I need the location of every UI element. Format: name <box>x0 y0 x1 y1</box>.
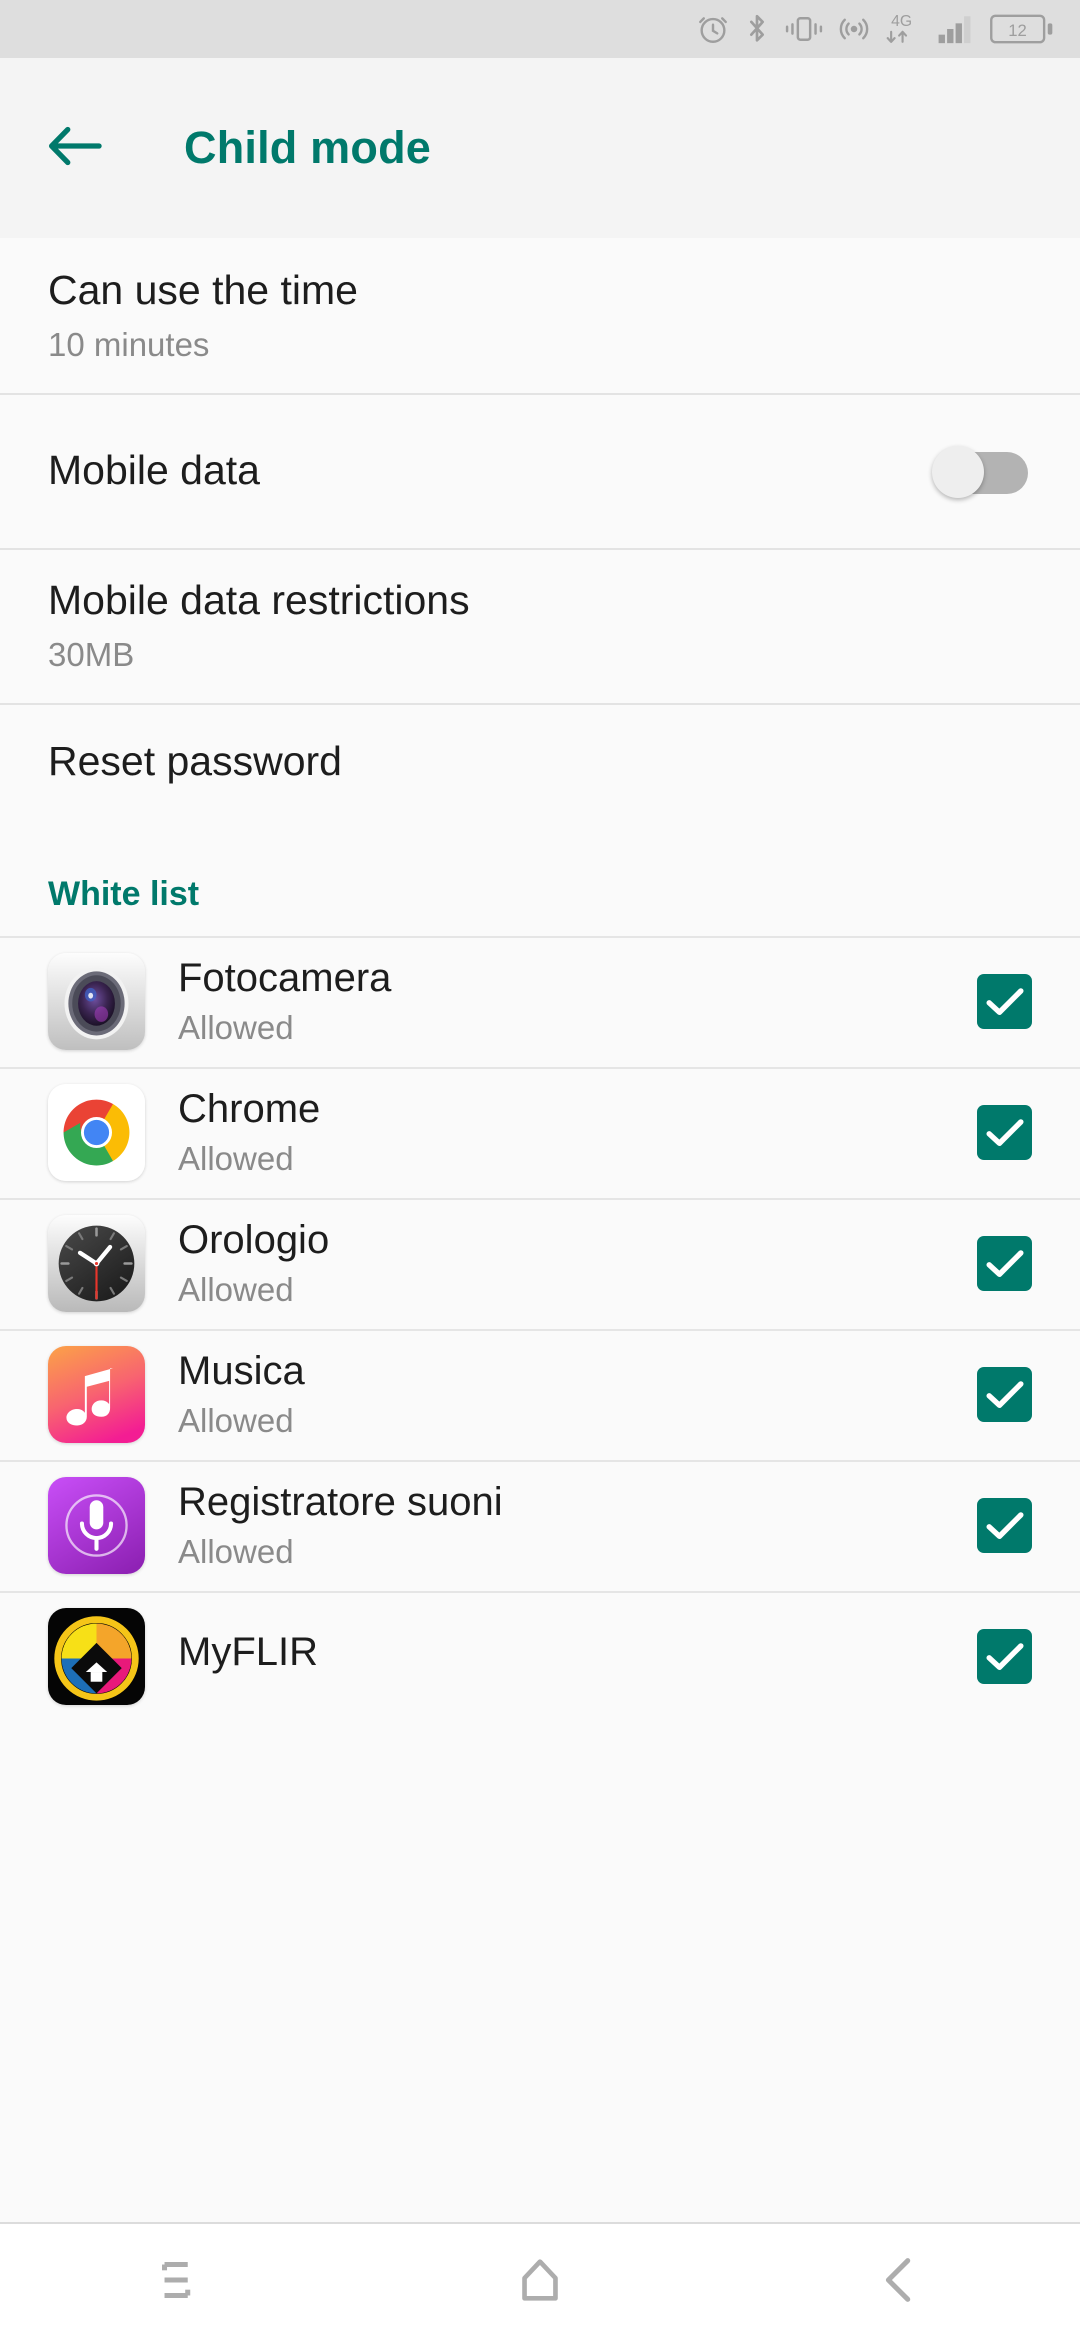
app-state: Allowed <box>178 1533 294 1571</box>
check-icon <box>985 1380 1024 1410</box>
app-row-registratore-suoni[interactable]: Registratore suoni Allowed <box>0 1460 1080 1591</box>
app-texts: Fotocamera Allowed <box>178 956 977 1046</box>
nav-recents-button[interactable] <box>80 2223 280 2340</box>
battery-level-label: 12 <box>1008 21 1027 40</box>
app-row-musica[interactable]: Musica Allowed <box>0 1329 1080 1460</box>
app-state: Allowed <box>178 1140 294 1178</box>
app-state: Allowed <box>178 1402 294 1440</box>
app-checkbox[interactable] <box>977 974 1032 1029</box>
app-name: MyFLIR <box>178 1629 318 1674</box>
setting-title: Reset password <box>48 738 342 785</box>
home-icon <box>511 2251 569 2314</box>
setting-texts: Reset password <box>48 738 1032 785</box>
app-texts: Chrome Allowed <box>178 1087 977 1177</box>
app-checkbox[interactable] <box>977 1629 1032 1684</box>
setting-title: Mobile data restrictions <box>48 576 470 623</box>
app-bar: Child mode <box>0 58 1080 244</box>
status-bar: 4G 12 <box>0 0 1080 58</box>
bluetooth-icon <box>743 12 771 46</box>
vibrate-icon <box>784 14 824 44</box>
app-texts: Musica Allowed <box>178 1349 977 1439</box>
app-name: Musica <box>178 1349 305 1394</box>
network-type-label: 4G <box>891 13 912 30</box>
check-icon <box>985 1511 1024 1541</box>
app-row-fotocamera[interactable]: Fotocamera Allowed <box>0 936 1080 1067</box>
back-chevron-icon <box>871 2251 929 2314</box>
camera-icon <box>48 953 145 1050</box>
status-icons: 4G 12 <box>696 10 1054 48</box>
app-row-chrome[interactable]: Chrome Allowed <box>0 1067 1080 1198</box>
app-name: Chrome <box>178 1087 321 1132</box>
microphone-icon <box>48 1477 145 1574</box>
page-title: Child mode <box>184 122 431 173</box>
toggle-knob <box>932 445 984 498</box>
app-texts: MyFLIR <box>178 1630 977 1684</box>
phone-screen: 4G 12 Child mode Can use the time 10 min… <box>0 0 1080 2340</box>
back-button[interactable] <box>40 112 112 184</box>
check-icon <box>985 1249 1024 1279</box>
chrome-icon <box>48 1084 145 1181</box>
setting-texts: Can use the time 10 minutes <box>48 267 1032 364</box>
battery-icon: 12 <box>990 13 1054 45</box>
app-texts: Registratore suoni Allowed <box>178 1480 977 1570</box>
check-icon <box>985 1118 1024 1148</box>
myflir-icon <box>48 1608 145 1705</box>
recents-icon <box>151 2251 209 2314</box>
signal-bars-icon <box>937 12 977 46</box>
mobile-data-toggle[interactable] <box>932 445 1028 498</box>
app-state: Allowed <box>178 1271 294 1309</box>
setting-subtitle: 30MB <box>48 636 135 674</box>
setting-title: Mobile data <box>48 446 260 493</box>
app-texts: Orologio Allowed <box>178 1218 977 1308</box>
app-checkbox[interactable] <box>977 1105 1032 1160</box>
navigation-bar <box>0 2222 1080 2340</box>
check-icon <box>985 1642 1024 1672</box>
app-row-myflir[interactable]: MyFLIR <box>0 1591 1080 1722</box>
setting-texts: Mobile data restrictions 30MB <box>48 577 1032 674</box>
nav-home-button[interactable] <box>440 2223 640 2340</box>
nav-back-button[interactable] <box>800 2223 1000 2340</box>
setting-row-reset-password[interactable]: Reset password <box>0 703 1080 821</box>
app-checkbox[interactable] <box>977 1498 1032 1553</box>
app-name: Orologio <box>178 1218 330 1263</box>
setting-row-can-use-the-time[interactable]: Can use the time 10 minutes <box>0 238 1080 393</box>
check-icon <box>985 987 1024 1017</box>
app-name: Registratore suoni <box>178 1480 503 1525</box>
whitelist-section-header: White list <box>0 821 1080 936</box>
setting-row-mobile-data[interactable]: Mobile data <box>0 393 1080 548</box>
setting-subtitle: 10 minutes <box>48 326 210 364</box>
app-checkbox[interactable] <box>977 1367 1032 1422</box>
settings-list[interactable]: Can use the time 10 minutes Mobile data … <box>0 238 1080 2340</box>
clock-icon <box>48 1215 145 1312</box>
app-name: Fotocamera <box>178 956 392 1001</box>
mobile-network-icon: 4G <box>884 10 924 48</box>
music-icon <box>48 1346 145 1443</box>
app-row-orologio[interactable]: Orologio Allowed <box>0 1198 1080 1329</box>
app-state: Allowed <box>178 1009 294 1047</box>
setting-texts: Mobile data <box>48 447 932 494</box>
setting-row-mobile-data-restrictions[interactable]: Mobile data restrictions 30MB <box>0 548 1080 703</box>
app-checkbox[interactable] <box>977 1236 1032 1291</box>
hotspot-icon <box>837 12 871 46</box>
setting-title: Can use the time <box>48 266 358 313</box>
arrow-left-icon <box>48 124 104 173</box>
alarm-icon <box>696 12 730 46</box>
